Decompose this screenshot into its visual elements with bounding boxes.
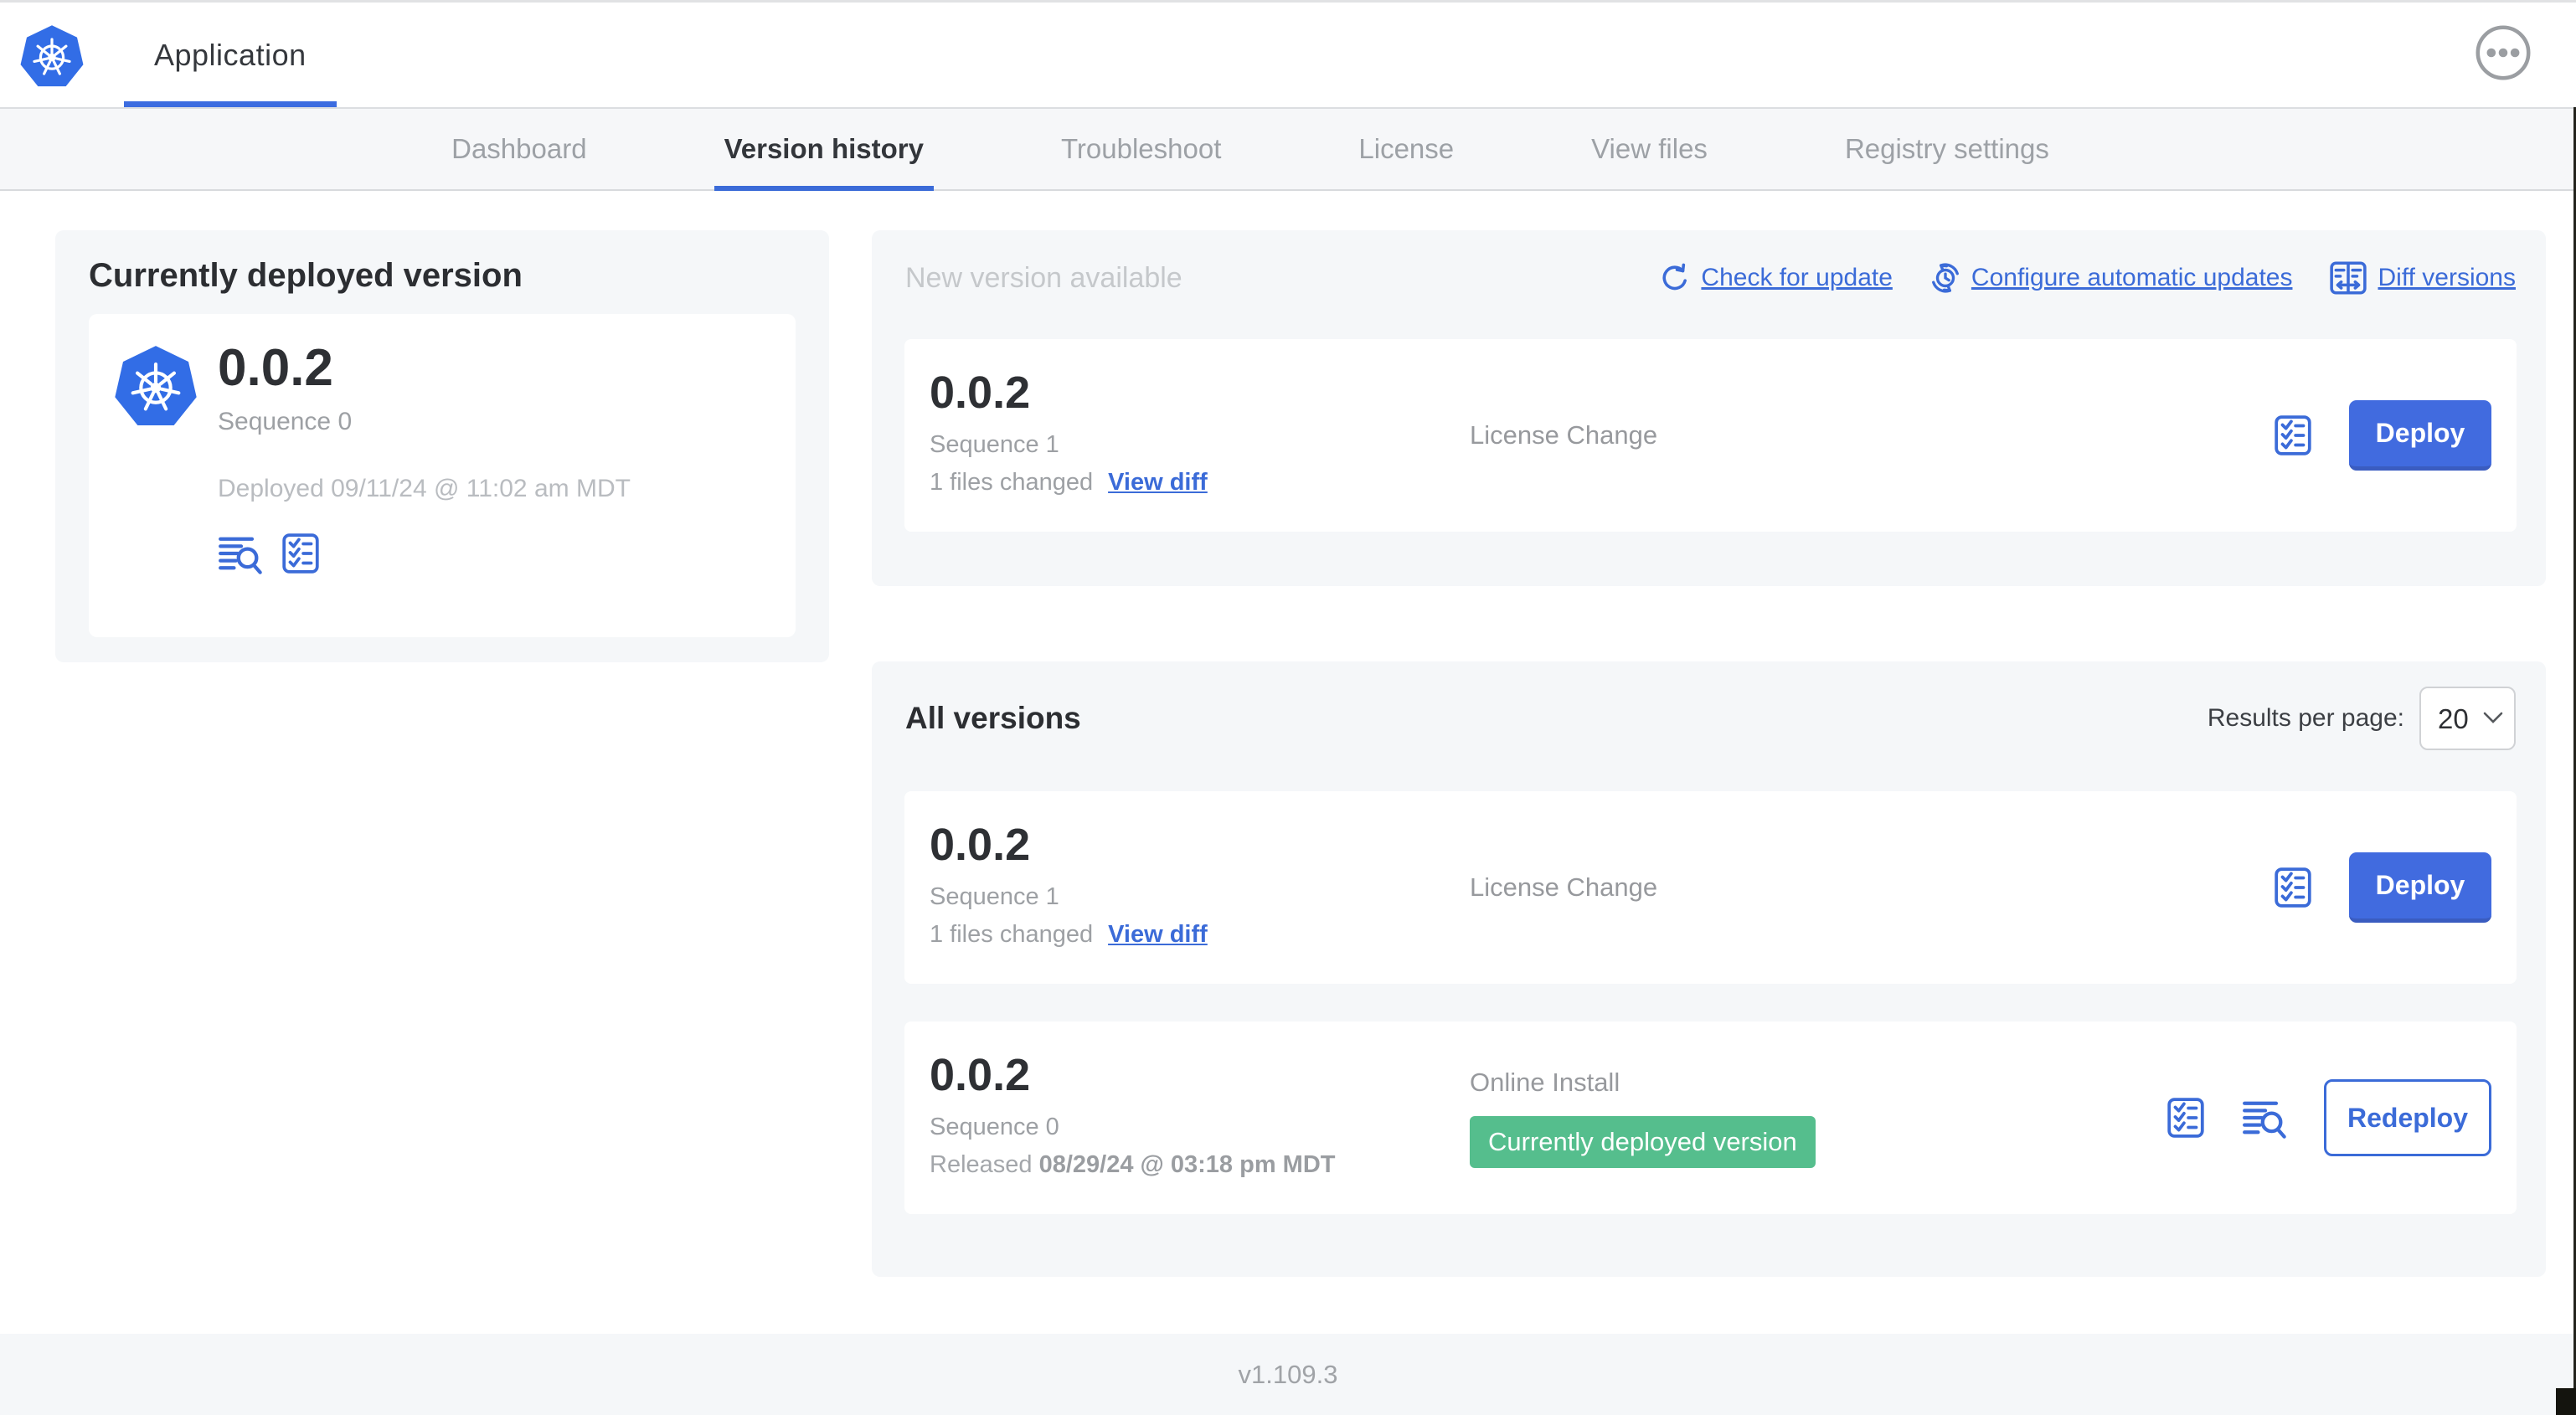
app-footer: v1.109.3 xyxy=(0,1334,2576,1415)
app-tab-label: Application xyxy=(154,37,307,72)
currently-deployed-badge: Currently deployed version xyxy=(1470,1116,1816,1168)
checklist-icon[interactable] xyxy=(2272,866,2314,909)
console-version-text: v1.109.3 xyxy=(1238,1359,1338,1389)
currently-deployed-panel: Currently deployed version 0.0.2 Sequenc… xyxy=(55,230,829,662)
files-changed-text: 1 files changed xyxy=(930,469,1094,496)
kubernetes-logo-icon xyxy=(20,25,84,87)
check-for-update-link[interactable]: Check for update xyxy=(1659,262,1893,294)
tab-troubleshoot[interactable]: Troubleshoot xyxy=(1051,109,1231,189)
all-versions-title: All versions xyxy=(905,701,1081,735)
version-sequence: Sequence 1 xyxy=(930,431,1059,458)
view-diff-link[interactable]: View diff xyxy=(1108,469,1208,497)
new-version-card: 0.0.2 Sequence 1 1 files changed View di… xyxy=(904,339,2517,532)
deploy-button[interactable]: Deploy xyxy=(2349,852,2491,923)
install-source-label: Online Install xyxy=(1470,1068,1620,1097)
tab-dashboard[interactable]: Dashboard xyxy=(441,109,596,189)
version-sequence: Sequence 0 xyxy=(930,1114,1059,1140)
deploy-button[interactable]: Deploy xyxy=(2349,400,2491,471)
tab-view-files[interactable]: View files xyxy=(1581,109,1718,189)
checklist-icon[interactable] xyxy=(2165,1096,2207,1140)
version-number: 0.0.2 xyxy=(930,368,1031,418)
version-number: 0.0.2 xyxy=(930,820,1031,870)
app-tab-application[interactable]: Application xyxy=(124,3,337,107)
version-number: 0.0.2 xyxy=(930,1050,1031,1100)
current-version-number: 0.0.2 xyxy=(218,339,333,397)
refresh-icon xyxy=(1662,263,1687,291)
version-row: 0.0.2 Sequence 0 Released 08/29/24 @ 03:… xyxy=(904,1021,2517,1214)
change-type-label: License Change xyxy=(1470,420,1658,450)
logs-icon[interactable] xyxy=(2242,1096,2289,1140)
main-nav: Dashboard Version history Troubleshoot L… xyxy=(0,107,2576,191)
screen-corner-artifact xyxy=(2556,1388,2576,1415)
diff-icon xyxy=(2330,261,2367,295)
released-timestamp: 08/29/24 @ 03:18 pm MDT xyxy=(1038,1151,1336,1178)
configure-automatic-updates-link[interactable]: Configure automatic updates xyxy=(1929,262,2292,294)
checklist-icon[interactable] xyxy=(2272,414,2314,457)
current-version-deployed-timestamp: Deployed 09/11/24 @ 11:02 am MDT xyxy=(218,475,631,502)
more-options-ellipsis-icon[interactable] xyxy=(2475,24,2532,81)
current-version-sequence: Sequence 0 xyxy=(218,408,353,435)
diff-versions-link[interactable]: Diff versions xyxy=(2329,260,2516,296)
version-row: 0.0.2 Sequence 1 1 files changed View di… xyxy=(904,791,2517,984)
results-per-page-label: Results per page: xyxy=(2207,704,2404,732)
new-version-title: New version available xyxy=(905,261,1182,294)
results-per-page-select[interactable]: 20 xyxy=(2419,687,2516,750)
tab-registry-settings[interactable]: Registry settings xyxy=(1835,109,2059,189)
files-changed-text: 1 files changed xyxy=(930,921,1094,948)
tab-version-history[interactable]: Version history xyxy=(714,109,935,191)
version-sequence: Sequence 1 xyxy=(930,883,1059,910)
logs-icon[interactable] xyxy=(218,532,265,575)
clock-refresh-icon xyxy=(1931,263,1959,293)
app-header: Application xyxy=(0,3,2576,107)
kubernetes-logo-icon xyxy=(115,346,197,426)
currently-deployed-title: Currently deployed version xyxy=(89,257,523,294)
checklist-icon[interactable] xyxy=(280,532,322,575)
redeploy-button[interactable]: Redeploy xyxy=(2324,1079,2491,1156)
change-type-label: License Change xyxy=(1470,872,1658,902)
currently-deployed-card: 0.0.2 Sequence 0 Deployed 09/11/24 @ 11:… xyxy=(89,314,796,637)
tab-license[interactable]: License xyxy=(1348,109,1464,189)
view-diff-link[interactable]: View diff xyxy=(1108,921,1208,949)
released-prefix: Released xyxy=(930,1151,1033,1178)
